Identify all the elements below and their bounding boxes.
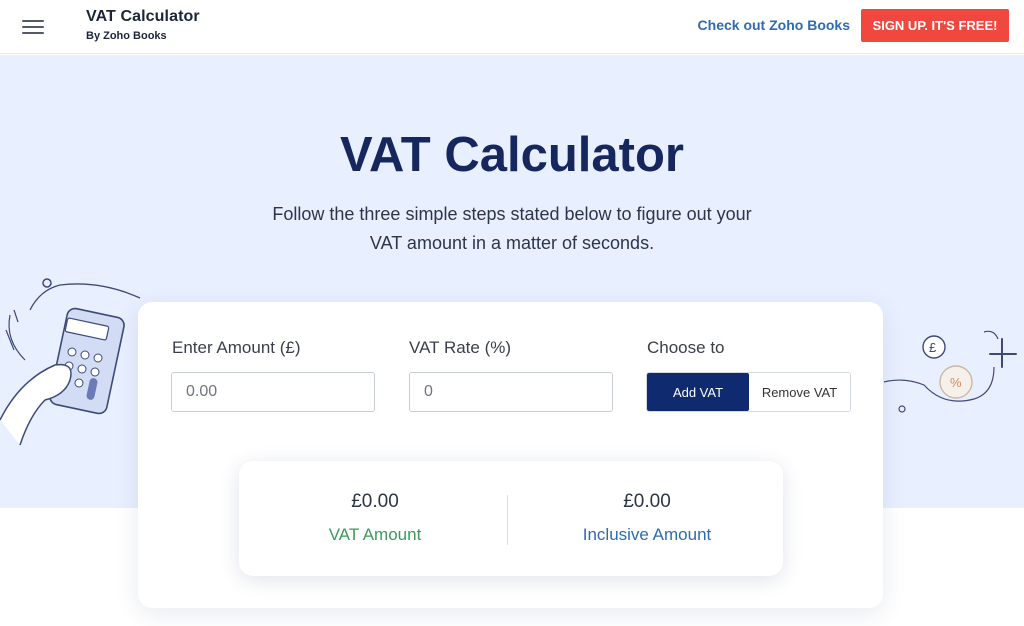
inclusive-amount-label: Inclusive Amount (582, 525, 712, 544)
results-panel: £0.00 VAT Amount £0.00 Inclusive Amount (239, 461, 783, 576)
app-subtitle: By Zoho Books (86, 30, 167, 42)
amount-label: Enter Amount (£) (172, 338, 301, 357)
inclusive-amount-result: £0.00 Inclusive Amount (511, 461, 783, 576)
sign-up-button[interactable]: SIGN UP. IT'S FREE! (861, 9, 1009, 42)
svg-text:£: £ (929, 340, 937, 355)
top-header: VAT Calculator By Zoho Books Check out Z… (0, 0, 1024, 54)
vat-mode-toggle: Add VAT Remove VAT (646, 372, 851, 412)
calculator-illustration (0, 278, 141, 446)
calculator-card: Enter Amount (£) VAT Rate (%) Choose to … (138, 302, 883, 608)
page-subtitle: Follow the three simple steps stated bel… (272, 204, 752, 253)
vat-amount-value: £0.00 (351, 491, 399, 512)
results-divider (507, 495, 508, 545)
svg-text:%: % (950, 375, 962, 390)
remove-vat-button[interactable]: Remove VAT (749, 373, 850, 411)
currency-illustration: £ % (884, 330, 1017, 413)
check-out-zoho-books-link[interactable]: Check out Zoho Books (698, 17, 850, 33)
vat-rate-label: VAT Rate (%) (409, 338, 512, 357)
add-vat-button[interactable]: Add VAT (647, 373, 749, 411)
vat-amount-result: £0.00 VAT Amount (239, 461, 511, 576)
amount-input[interactable] (171, 372, 375, 412)
app-title: VAT Calculator (86, 8, 200, 25)
page-title: VAT Calculator (340, 128, 684, 182)
hamburger-menu-icon[interactable] (20, 16, 46, 38)
choose-to-label: Choose to (647, 338, 725, 357)
inclusive-amount-value: £0.00 (623, 491, 671, 512)
vat-amount-label: VAT Amount (328, 525, 422, 544)
vat-rate-input[interactable] (409, 372, 613, 412)
